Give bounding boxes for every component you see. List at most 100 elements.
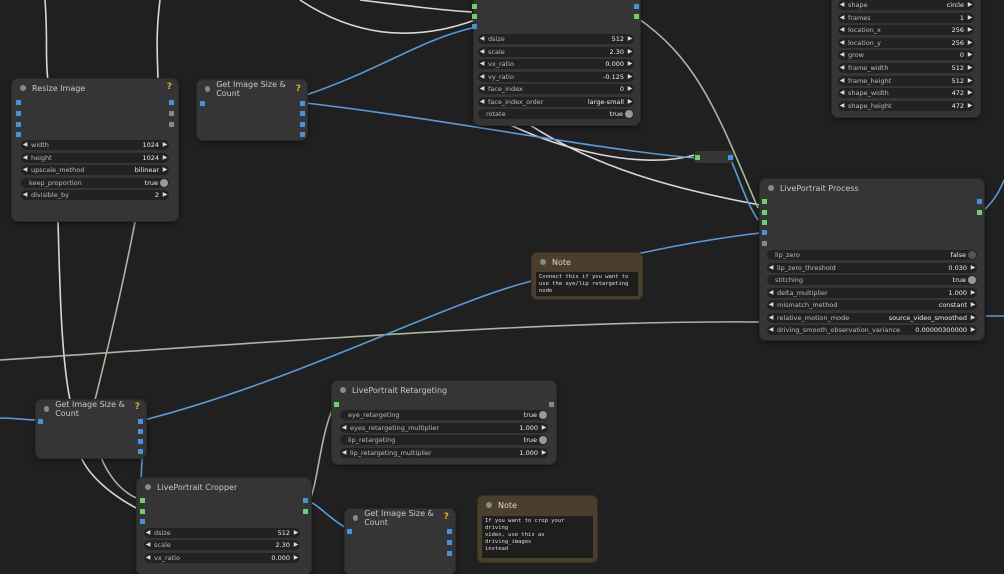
arrow-right-icon[interactable]: ▶ [540, 423, 548, 433]
output-port[interactable] [447, 551, 452, 556]
arrow-right-icon[interactable]: ▶ [966, 38, 974, 48]
arrow-right-icon[interactable]: ▶ [626, 47, 634, 57]
arrow-left-icon[interactable]: ◀ [478, 34, 486, 44]
input-port[interactable] [472, 4, 477, 9]
output-port[interactable] [138, 419, 143, 424]
widget-frames[interactable]: ◀ frames 1 ▶ [838, 13, 974, 23]
top-cropper-node[interactable]: ◀ dsize 512 ▶ ◀ scale 2.30 ▶ ◀ vx_ratio 0.000 ▶ ◀… [472, 0, 640, 125]
toggle-knob[interactable] [968, 276, 976, 284]
input-port[interactable] [200, 101, 205, 106]
arrow-left-icon[interactable]: ◀ [340, 423, 348, 433]
input-port[interactable] [695, 155, 700, 160]
node-title-bar[interactable]: LivePortrait Cropper [137, 478, 311, 496]
liveportrait-process-node[interactable]: LivePortrait Process lip_zero false ◀ lip_… [760, 179, 984, 340]
output-port[interactable] [138, 449, 143, 454]
arrow-right-icon[interactable]: ▶ [966, 0, 974, 10]
node-title-bar[interactable]: Get Image Size & Count [36, 400, 146, 418]
collapse-dot-icon[interactable] [540, 259, 546, 265]
input-port[interactable] [16, 132, 21, 137]
node-title-bar[interactable]: Resize Image [12, 79, 178, 97]
widget-vx-ratio[interactable]: ◀ vx_ratio 0.000 ▶ [478, 59, 634, 69]
collapse-dot-icon[interactable] [205, 86, 211, 92]
collapse-dot-icon[interactable] [145, 484, 151, 490]
arrow-left-icon[interactable]: ◀ [478, 59, 486, 69]
output-port[interactable] [169, 100, 174, 105]
arrow-right-icon[interactable]: ▶ [966, 101, 974, 111]
input-port[interactable] [472, 14, 477, 19]
widget-shape-height[interactable]: ◀ shape_height 472 ▶ [838, 101, 974, 111]
output-port[interactable] [549, 402, 554, 407]
arrow-right-icon[interactable]: ▶ [626, 84, 634, 94]
arrow-right-icon[interactable]: ▶ [626, 97, 634, 107]
output-port[interactable] [977, 199, 982, 204]
arrow-left-icon[interactable]: ◀ [838, 63, 846, 73]
widget-divisible-by[interactable]: ◀ divisible_by 2 ▶ [21, 190, 169, 200]
arrow-left-icon[interactable]: ◀ [767, 313, 775, 323]
get-image-size-count-node[interactable]: Get Image Size & Count ? [36, 400, 146, 458]
arrow-left-icon[interactable]: ◀ [767, 300, 775, 310]
input-port[interactable] [16, 122, 21, 127]
widget-lip-retargeting[interactable]: lip_retargeting true [340, 435, 548, 445]
widget-upscale-method[interactable]: ◀ upscale_method bilinear ▶ [21, 165, 169, 175]
arrow-left-icon[interactable]: ◀ [478, 47, 486, 57]
arrow-right-icon[interactable]: ▶ [626, 72, 634, 82]
node-title-bar[interactable]: Note [478, 496, 597, 514]
input-port[interactable] [762, 230, 767, 235]
widget-scale[interactable]: ◀ scale 2.30 ▶ [144, 540, 300, 550]
collapse-dot-icon[interactable] [486, 502, 492, 508]
arrow-left-icon[interactable]: ◀ [838, 25, 846, 35]
liveportrait-cropper-node[interactable]: LivePortrait Cropper ◀ dsize 512 ▶ ◀ scale 2.… [137, 478, 311, 574]
input-port[interactable] [140, 498, 145, 503]
widget-lip-zero-threshold[interactable]: ◀ lip_zero_threshold 0.030 ▶ [767, 263, 977, 273]
arrow-left-icon[interactable]: ◀ [21, 140, 29, 150]
help-icon[interactable]: ? [167, 82, 172, 92]
arrow-right-icon[interactable]: ▶ [292, 553, 300, 563]
arrow-left-icon[interactable]: ◀ [838, 38, 846, 48]
output-port[interactable] [447, 529, 452, 534]
note-text[interactable]: Connect this if you want to use the eye/… [536, 272, 638, 296]
node-title-bar[interactable]: LivePortrait Process [760, 179, 984, 197]
output-port[interactable] [300, 101, 305, 106]
arrow-left-icon[interactable]: ◀ [478, 97, 486, 107]
arrow-right-icon[interactable]: ▶ [966, 63, 974, 73]
input-port[interactable] [762, 241, 767, 246]
arrow-right-icon[interactable]: ▶ [161, 140, 169, 150]
arrow-left-icon[interactable]: ◀ [838, 13, 846, 23]
arrow-right-icon[interactable]: ▶ [966, 76, 974, 86]
collapse-dot-icon[interactable] [353, 515, 359, 521]
output-port[interactable] [977, 210, 982, 215]
input-port[interactable] [334, 402, 339, 407]
widget-lip-retargeting-multiplier[interactable]: ◀ lip_retargeting_multiplier 1.000 ▶ [340, 448, 548, 458]
arrow-right-icon[interactable]: ▶ [969, 288, 977, 298]
arrow-left-icon[interactable]: ◀ [478, 72, 486, 82]
arrow-left-icon[interactable]: ◀ [767, 325, 775, 335]
widget-frame-width[interactable]: ◀ frame_width 512 ▶ [838, 63, 974, 73]
widget-width[interactable]: ◀ width 1024 ▶ [21, 140, 169, 150]
arrow-left-icon[interactable]: ◀ [838, 88, 846, 98]
arrow-right-icon[interactable]: ▶ [540, 448, 548, 458]
input-port[interactable] [16, 111, 21, 116]
output-port[interactable] [300, 122, 305, 127]
help-icon[interactable]: ? [296, 84, 301, 94]
widget-vx-ratio[interactable]: ◀ vx_ratio 0.000 ▶ [144, 553, 300, 563]
output-port[interactable] [138, 439, 143, 444]
input-port[interactable] [140, 509, 145, 514]
arrow-left-icon[interactable]: ◀ [838, 76, 846, 86]
get-image-size-count-node[interactable]: Get Image Size & Count ? [197, 80, 307, 140]
node-title-bar[interactable]: Get Image Size & Count [345, 509, 455, 527]
widget-location-x[interactable]: ◀ location_x 256 ▶ [838, 25, 974, 35]
widget-eyes-retargeting-multiplier[interactable]: ◀ eyes_retargeting_multiplier 1.000 ▶ [340, 423, 548, 433]
arrow-right-icon[interactable]: ▶ [969, 325, 977, 335]
output-port[interactable] [634, 14, 639, 19]
arrow-right-icon[interactable]: ▶ [161, 165, 169, 175]
note-node[interactable]: Note Connect this if you want to use the… [532, 253, 642, 299]
output-port[interactable] [169, 122, 174, 127]
arrow-right-icon[interactable]: ▶ [626, 59, 634, 69]
arrow-left-icon[interactable]: ◀ [144, 540, 152, 550]
widget-location-y[interactable]: ◀ location_y 256 ▶ [838, 38, 974, 48]
arrow-left-icon[interactable]: ◀ [21, 190, 29, 200]
arrow-left-icon[interactable]: ◀ [767, 263, 775, 273]
arrow-right-icon[interactable]: ▶ [966, 13, 974, 23]
widget-grow[interactable]: ◀ grow 0 ▶ [838, 50, 974, 60]
widget-scale[interactable]: ◀ scale 2.30 ▶ [478, 47, 634, 57]
